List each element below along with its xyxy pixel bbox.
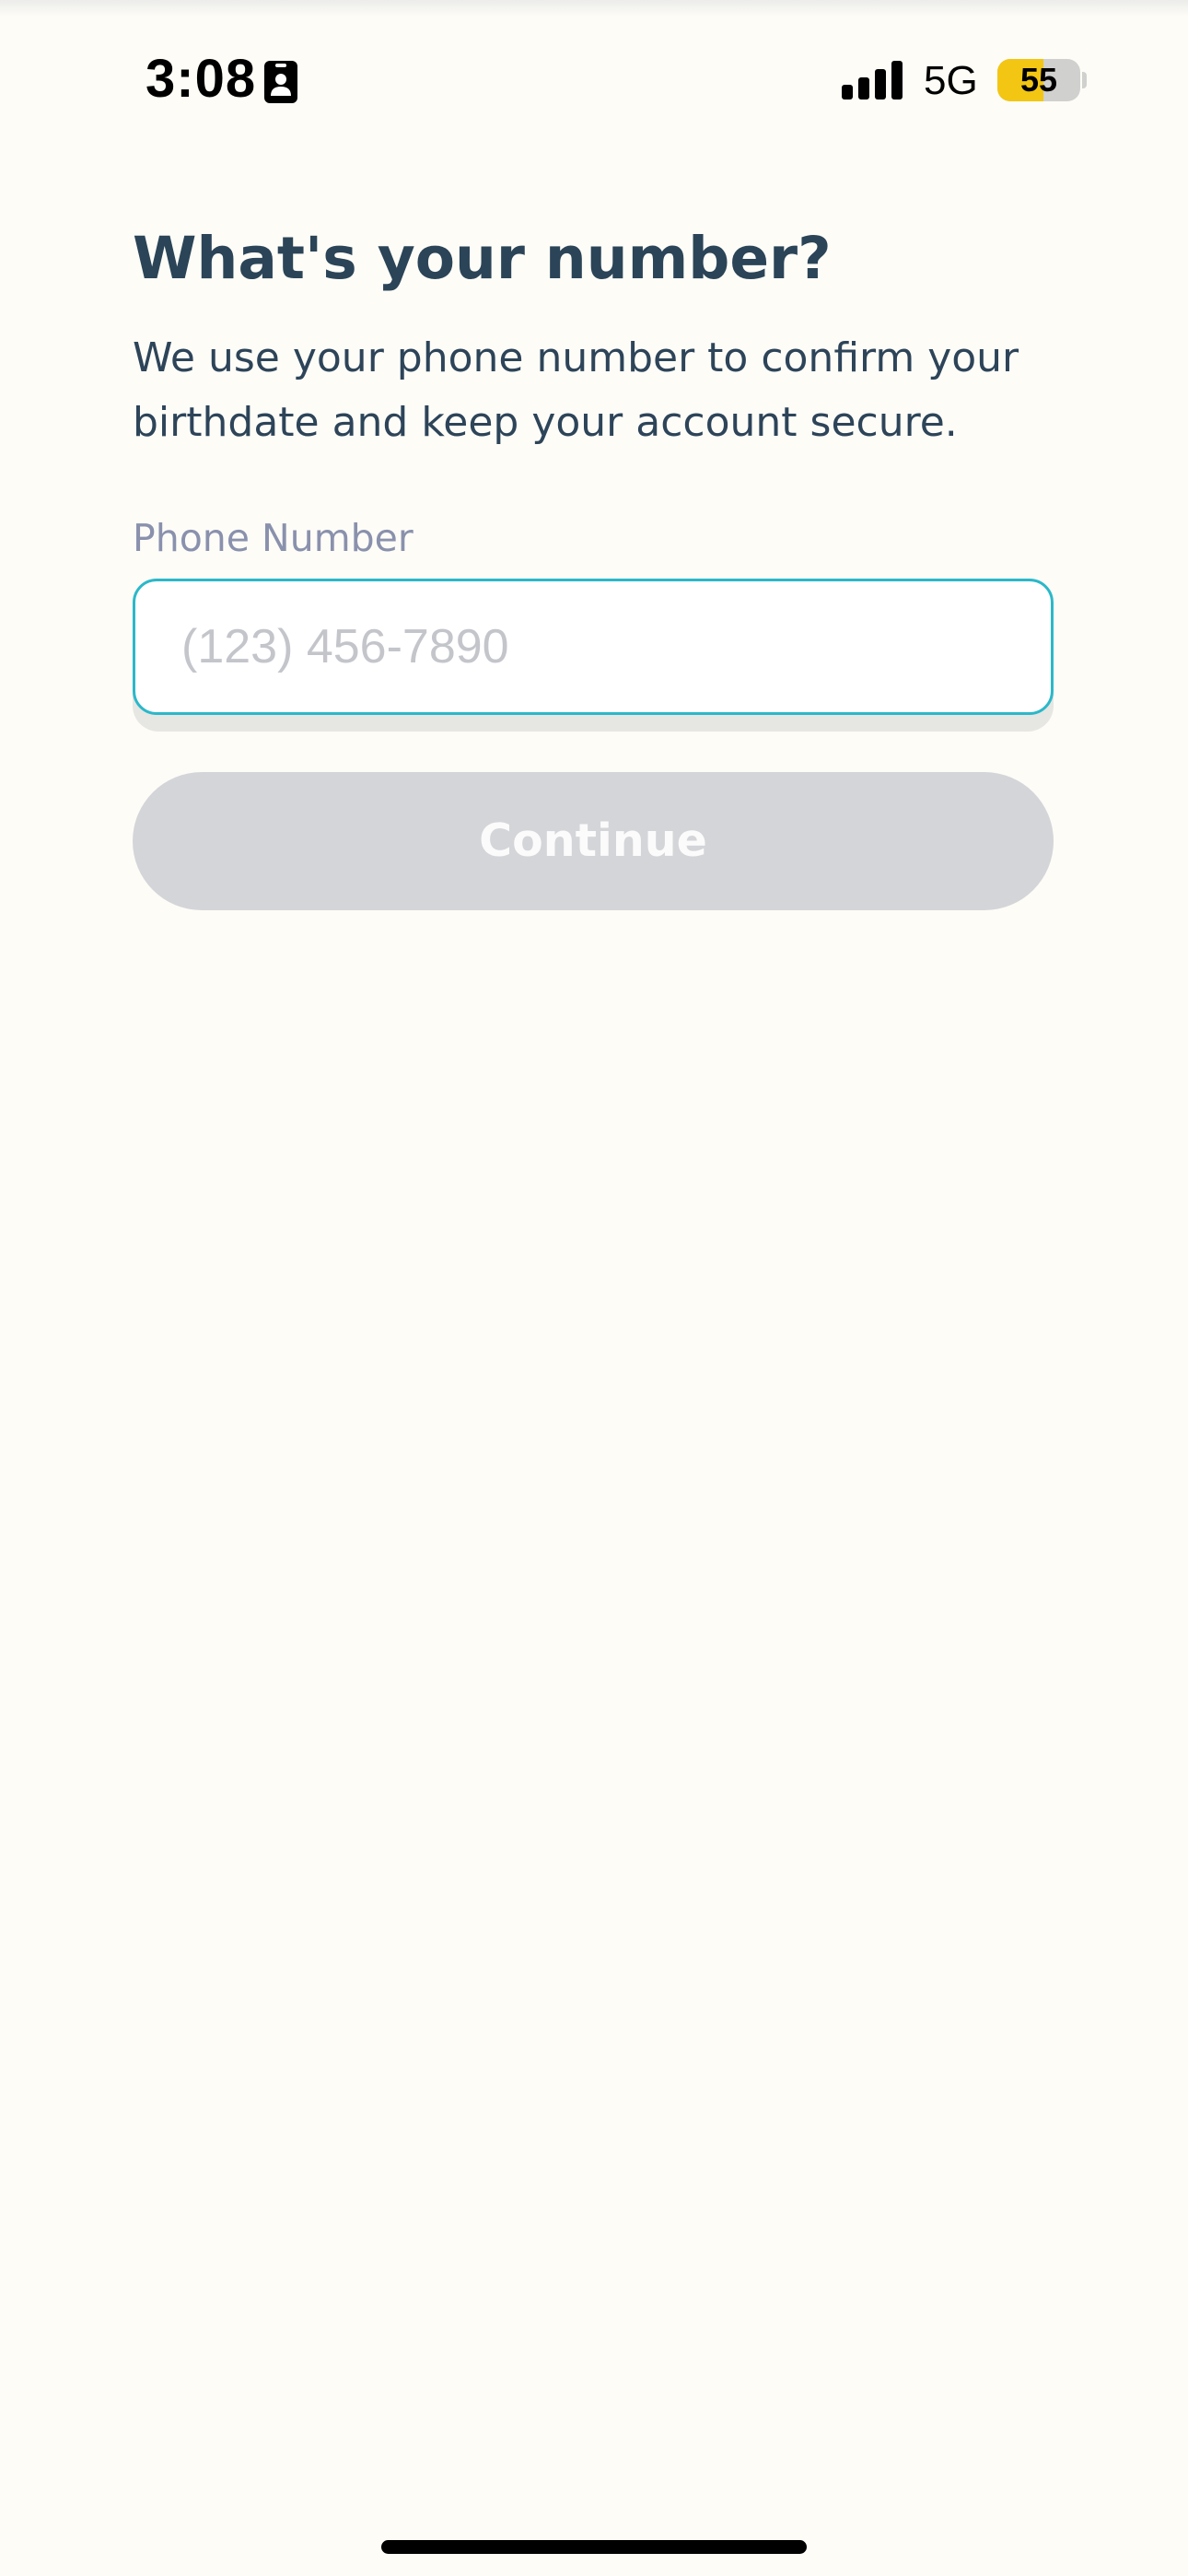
id-card-icon: [264, 61, 297, 103]
battery-indicator: 55: [997, 59, 1080, 101]
phone-number-label: Phone Number: [133, 516, 413, 560]
page-description: We use your phone number to confirm your…: [133, 334, 1019, 446]
network-type: 5G: [924, 58, 978, 103]
status-bar: 3:08 5G 55: [0, 0, 1188, 161]
page-title: What's your number?: [133, 225, 832, 292]
continue-button[interactable]: Continue: [133, 772, 1054, 910]
status-time: 3:08: [146, 49, 257, 109]
home-indicator[interactable]: [381, 2540, 807, 2554]
battery-cap: [1082, 72, 1087, 88]
phone-number-input[interactable]: [133, 579, 1054, 715]
cellular-signal-icon: [842, 61, 904, 100]
battery-percentage: 55: [1019, 61, 1058, 99]
